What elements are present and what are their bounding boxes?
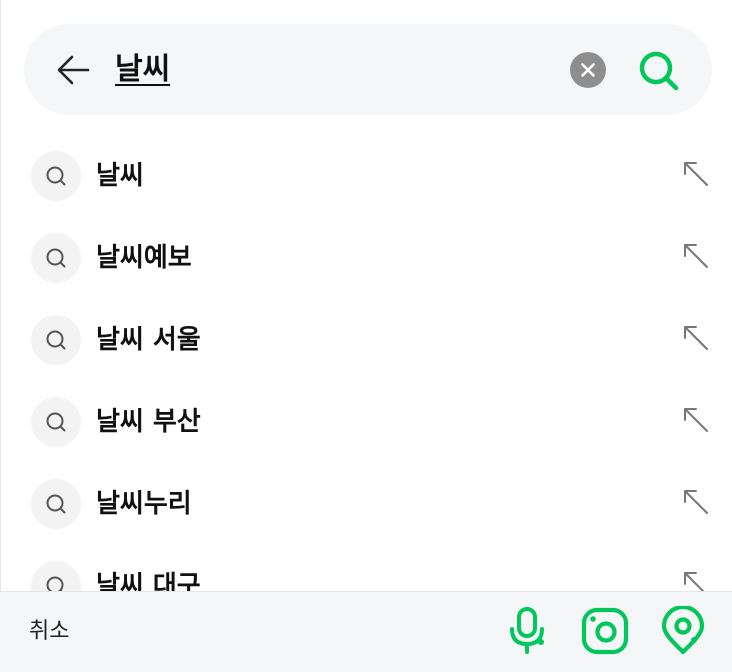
arrow-up-left-icon: [684, 162, 708, 186]
suggestion-item[interactable]: 날씨누리: [0, 462, 732, 544]
suggestion-item[interactable]: 날씨 대구: [0, 544, 732, 592]
arrow-up-left-icon: [684, 572, 706, 592]
search-icon: [46, 576, 64, 592]
suggestion-label: 날씨 부산: [96, 407, 201, 437]
suggestion-item[interactable]: 날씨예보: [0, 216, 732, 298]
suggestion-search-icon: [31, 233, 81, 283]
arrow-up-left-icon: [684, 490, 708, 514]
suggestion-label: 날씨 서울: [96, 325, 201, 355]
suggestion-item[interactable]: 날씨: [0, 134, 732, 216]
suggestion-label: 날씨: [96, 161, 144, 191]
search-icon: [639, 51, 679, 91]
search-icon: [46, 330, 66, 350]
microphone-icon: [510, 607, 544, 654]
close-icon: [581, 63, 595, 77]
suggestion-label: 날씨예보: [96, 243, 192, 273]
search-bar: [24, 24, 712, 115]
location-pin-icon: [661, 606, 705, 655]
fill-query-button[interactable]: [679, 321, 715, 357]
suggestion-label: 날씨누리: [96, 489, 192, 519]
arrow-up-left-icon: [684, 326, 708, 350]
search-icon: [46, 494, 66, 514]
suggestion-item[interactable]: 날씨 부산: [0, 380, 732, 462]
location-search-button[interactable]: [658, 606, 708, 656]
cancel-button[interactable]: 취소: [29, 614, 69, 650]
back-button[interactable]: [54, 50, 94, 90]
arrow-up-left-icon: [684, 408, 708, 432]
suggestion-search-icon: [31, 479, 81, 529]
search-icon: [46, 166, 66, 186]
search-icon: [46, 412, 66, 432]
fill-query-button[interactable]: [679, 567, 715, 592]
voice-search-button[interactable]: [502, 606, 552, 656]
suggestion-item[interactable]: 날씨 서울: [0, 298, 732, 380]
bottom-toolbar: 취소: [0, 591, 732, 672]
suggestion-search-icon: [31, 397, 81, 447]
arrow-left-icon: [57, 55, 90, 85]
fill-query-button[interactable]: [679, 157, 715, 193]
clear-button[interactable]: [570, 52, 606, 88]
arrow-up-left-icon: [684, 244, 708, 268]
fill-query-button[interactable]: [679, 239, 715, 275]
suggestion-label: 날씨 대구: [96, 571, 201, 592]
suggestion-list: 날씨 날씨예보 날씨 서울 날씨 부산 날씨누리 날씨 대구: [0, 134, 732, 592]
search-button[interactable]: [636, 48, 682, 94]
suggestion-search-icon: [31, 561, 81, 592]
fill-query-button[interactable]: [679, 485, 715, 521]
search-icon: [46, 248, 66, 268]
suggestion-search-icon: [31, 151, 81, 201]
fill-query-button[interactable]: [679, 403, 715, 439]
lens-search-button[interactable]: [580, 606, 630, 656]
camera-lens-icon: [581, 607, 629, 655]
suggestion-search-icon: [31, 315, 81, 365]
search-input[interactable]: [115, 50, 535, 90]
